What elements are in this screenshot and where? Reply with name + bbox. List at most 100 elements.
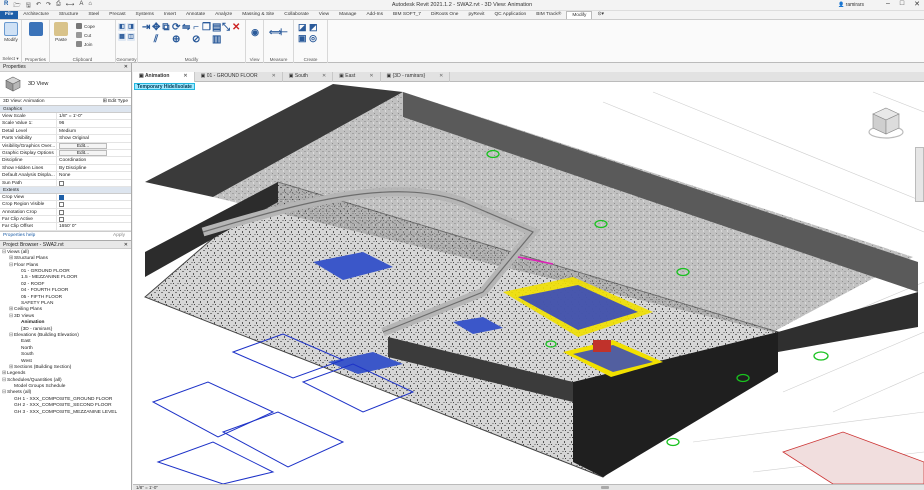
split-face-icon[interactable]: ◫	[127, 33, 135, 41]
property-checkbox[interactable]	[59, 180, 64, 186]
ribbon-tab-diroots-one[interactable]: DiRoots One	[426, 11, 463, 19]
ribbon-tab-architecture[interactable]: Architecture	[18, 11, 54, 19]
array-icon[interactable]: ▤	[212, 23, 221, 33]
join-button[interactable]: Join	[76, 41, 92, 47]
select-dropdown[interactable]: Select ▾	[0, 56, 21, 62]
property-checkbox[interactable]	[59, 209, 64, 215]
3d-viewport[interactable]: Temporary Hide/Isolate	[133, 82, 924, 484]
property-row: Parts Visibility Show Original	[0, 135, 131, 143]
view-tab[interactable]: ▣ South ✕	[283, 72, 334, 82]
ribbon-tab-view[interactable]: View	[314, 11, 334, 19]
hide-view-icon[interactable]: ◉	[251, 28, 259, 37]
property-value[interactable]: Medium	[57, 128, 131, 134]
instance-filter[interactable]: 3D View: Animation ⊞ Edit Type	[0, 98, 131, 106]
ribbon-tab-insert[interactable]: Insert	[159, 11, 181, 19]
trim-icon[interactable]: ⌐	[192, 23, 200, 33]
ribbon-tab-file[interactable]: File	[0, 11, 19, 19]
properties-close-icon[interactable]: ✕	[124, 64, 128, 70]
horizontal-scrollbar[interactable]	[601, 486, 609, 489]
scale-icon[interactable]: ⤡	[222, 23, 230, 33]
view-tab[interactable]: ▣ 01 - GROUND FLOOR ✕	[195, 72, 283, 82]
align-icon[interactable]: ⇥	[142, 23, 150, 33]
viewcube-icon[interactable]	[866, 102, 906, 142]
rotate-icon[interactable]: ⟳	[172, 23, 180, 33]
property-value[interactable]: Coordination	[57, 157, 131, 163]
project-browser-close-icon[interactable]: ✕	[124, 242, 128, 248]
edit-button[interactable]: Edit...	[59, 143, 107, 149]
properties-panel: Properties	[22, 20, 50, 63]
ribbon-tab-manage[interactable]: Manage	[334, 11, 361, 19]
ribbon-tab-qc-application[interactable]: QC Application	[489, 11, 531, 19]
property-checkbox[interactable]	[59, 202, 64, 208]
tree-item[interactable]: GH 3 - XXX_COMPOSITE_MEZZANINE LEVEL	[2, 410, 129, 416]
ribbon-tab-systems[interactable]: Systems	[131, 11, 159, 19]
close-tab-icon[interactable]: ✕	[183, 73, 187, 79]
view-tab[interactable]: ▣ Animation ✕	[133, 72, 195, 82]
join-geometry-icon[interactable]: ◨	[127, 23, 135, 31]
property-value[interactable]: Show Original	[57, 135, 131, 141]
paint-icon[interactable]: ▦	[118, 33, 126, 41]
offset-icon[interactable]: ⧉	[162, 23, 170, 33]
properties-button[interactable]	[26, 22, 46, 54]
mirror-icon[interactable]: ⇋	[182, 23, 190, 33]
user-signin[interactable]: 👤 ramirars	[838, 2, 864, 8]
edit-button[interactable]: Edit...	[59, 150, 107, 157]
section-graphics[interactable]: Graphics	[0, 106, 131, 113]
ribbon-tab-precast[interactable]: Precast	[104, 11, 130, 19]
apply-button[interactable]: Apply	[113, 233, 125, 238]
ribbon-tab-collaborate[interactable]: Collaborate	[279, 11, 314, 19]
property-checkbox[interactable]	[59, 194, 64, 200]
navigation-bar[interactable]	[915, 147, 924, 202]
view-scale-control[interactable]: 1/8" = 1'-0"	[136, 485, 158, 490]
property-checkbox[interactable]	[59, 217, 64, 223]
create-group-icon[interactable]: ▣	[298, 34, 307, 43]
delete-icon[interactable]: ✕	[232, 23, 240, 33]
section-extents[interactable]: Extents	[0, 186, 131, 194]
ribbon-tab-bim-track[interactable]: BIM Track®	[531, 11, 566, 19]
ribbon-tab-analyze[interactable]: Analyze	[210, 11, 237, 19]
property-value[interactable]: 1650' 0"	[57, 223, 131, 229]
split-icon[interactable]: ⫽	[152, 35, 160, 45]
cut-button[interactable]: Cut	[76, 32, 91, 38]
ribbon-tab-[interactable]: ⊙▾	[592, 11, 608, 19]
paste-button[interactable]: Paste	[51, 22, 71, 54]
dimension-icon[interactable]: ⊢	[280, 28, 288, 37]
ribbon-tab-steel[interactable]: Steel	[83, 11, 104, 19]
ribbon-tab-pyrevit[interactable]: pyRevit	[463, 11, 489, 19]
maximize-button[interactable]: □	[900, 0, 904, 8]
create-parts-icon[interactable]: ◩	[309, 23, 318, 32]
measure-tool-icon[interactable]: ⟺	[269, 28, 282, 37]
model-canvas[interactable]	[133, 82, 924, 484]
ribbon-tab-massing-site[interactable]: Massing & Site	[237, 11, 279, 19]
copy-icon[interactable]: ❐	[202, 23, 211, 33]
property-value[interactable]: 96	[57, 120, 131, 126]
property-value[interactable]: By Discipline	[57, 165, 131, 171]
view-tab[interactable]: ▣ East ✕	[333, 72, 381, 82]
group-icon[interactable]: ▥	[212, 35, 221, 45]
cut-geometry-icon[interactable]: ◧	[118, 23, 126, 31]
move-icon[interactable]: ✥	[152, 23, 160, 33]
pin-icon[interactable]: ⊕	[172, 35, 180, 45]
ribbon-tab-bim-soft-7[interactable]: BIM SOFT_7	[388, 11, 426, 19]
create-similar-icon[interactable]: ◎	[309, 34, 317, 43]
create-assembly-icon[interactable]: ◪	[298, 23, 307, 32]
ribbon-tab-structure[interactable]: Structure	[54, 11, 83, 19]
modify-button[interactable]: Modify	[1, 22, 21, 54]
close-tab-icon[interactable]: ✕	[439, 73, 443, 79]
ribbon-tab-annotate[interactable]: Annotate	[181, 11, 210, 19]
view-tab[interactable]: ▣ {3D - ramirars} ✕	[381, 72, 451, 82]
type-selector[interactable]: 3D View	[0, 72, 131, 98]
properties-help-link[interactable]: Properties help	[3, 233, 35, 238]
property-value[interactable]: 1/8" = 1'-0"	[57, 113, 131, 119]
close-button[interactable]: ✕	[914, 0, 920, 8]
ribbon-tab-modify[interactable]: Modify	[566, 11, 593, 19]
close-tab-icon[interactable]: ✕	[369, 73, 373, 79]
close-tab-icon[interactable]: ✕	[322, 73, 326, 79]
unpin-icon[interactable]: ⊘	[192, 35, 200, 45]
edit-type-button[interactable]: ⊞ Edit Type	[103, 99, 128, 104]
minimize-button[interactable]: –	[886, 0, 890, 8]
property-value[interactable]: None	[57, 172, 131, 178]
close-tab-icon[interactable]: ✕	[272, 73, 276, 79]
ribbon-tab-add-ins[interactable]: Add-Ins	[361, 11, 388, 19]
cope-button[interactable]: Cope	[76, 23, 95, 29]
